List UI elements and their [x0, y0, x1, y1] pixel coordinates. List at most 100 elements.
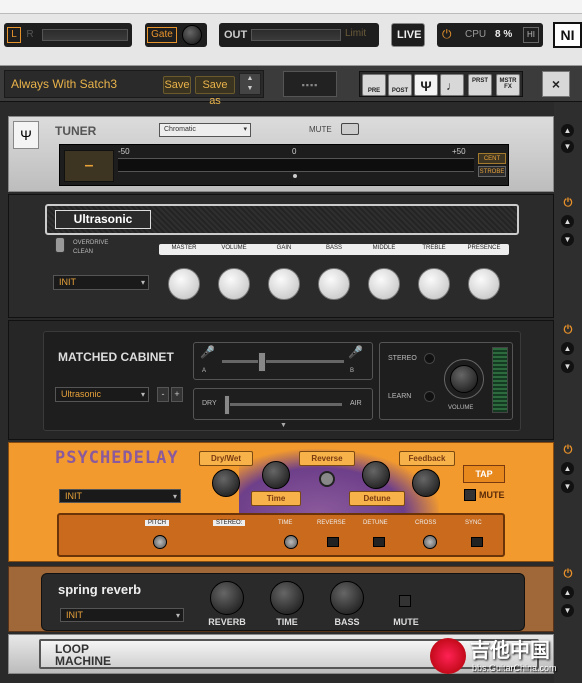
cabinet-volume-knob[interactable]: [450, 365, 478, 393]
cabinet-prev-button[interactable]: -: [157, 387, 169, 402]
reverse-toggle[interactable]: [319, 471, 335, 487]
stereo-toggle[interactable]: [424, 353, 435, 364]
tap-button[interactable]: TAP: [463, 465, 505, 483]
preset-volume-button[interactable]: PRST: [468, 74, 492, 96]
middle-knob[interactable]: [368, 268, 400, 300]
tuner-mute-toggle[interactable]: [341, 123, 359, 135]
amp-down-arrow[interactable]: ▼: [561, 233, 574, 246]
input-level-meter[interactable]: [42, 29, 128, 41]
psychedelay-mute-toggle[interactable]: [464, 489, 476, 501]
bass-knob[interactable]: [318, 268, 350, 300]
master-fx-button[interactable]: MSTR FX: [496, 74, 520, 96]
cabinet-expand-icon[interactable]: ▼: [280, 422, 287, 429]
tuner-mode-label: Chromatic: [164, 126, 196, 133]
preset-bar: Always With Satch3 Save Save as ▲ ▼ ▪▪▪▪ …: [0, 66, 582, 107]
feedback-knob[interactable]: [412, 469, 440, 497]
mic-position-handle[interactable]: [258, 352, 266, 372]
window-strip: [0, 0, 582, 14]
strobe-button[interactable]: STROBE: [478, 166, 506, 177]
tuner-collapse-up[interactable]: ▲: [561, 124, 574, 137]
channel-switch[interactable]: [55, 237, 65, 253]
spring-panel: spring reverb INIT ▾ REVERB TIME BASS MUT…: [41, 573, 525, 631]
air-handle[interactable]: [224, 395, 230, 415]
reverb-up-arrow[interactable]: ▲: [561, 586, 574, 599]
pitch-knob[interactable]: [153, 535, 167, 549]
treble-label: TREBLE: [422, 245, 446, 251]
delay-up-arrow[interactable]: ▲: [561, 462, 574, 475]
sub-time-knob[interactable]: [284, 535, 298, 549]
delay-power-icon[interactable]: ⏻: [561, 444, 575, 457]
tuner-fork-icon[interactable]: Ψ: [414, 74, 438, 96]
spring-bass-knob[interactable]: [330, 581, 364, 615]
spring-reverb-module: spring reverb INIT ▾ REVERB TIME BASS MUT…: [8, 566, 554, 632]
reverb-down-arrow[interactable]: ▼: [561, 604, 574, 617]
cabinet-dropdown[interactable]: Ultrasonic ▾: [55, 387, 149, 402]
air-track[interactable]: [224, 403, 342, 406]
sub-detune-toggle[interactable]: [373, 537, 385, 547]
detune-knob[interactable]: [362, 461, 390, 489]
master-knob[interactable]: [168, 268, 200, 300]
psychedelay-preset-dropdown[interactable]: INIT ▾: [59, 489, 181, 503]
learn-toggle[interactable]: [424, 391, 435, 402]
preset-browse-arrows[interactable]: ▲ ▼: [239, 73, 261, 95]
dry-wet-knob[interactable]: [212, 469, 240, 497]
amp-preset-dropdown[interactable]: INIT ▾: [53, 275, 149, 290]
mic-position-track[interactable]: [222, 360, 344, 363]
tuner-scale-max: +50: [452, 147, 466, 156]
volume-knob[interactable]: [218, 268, 250, 300]
mic-b-label: B: [350, 368, 355, 374]
spring-mute-toggle[interactable]: [399, 595, 411, 607]
save-button[interactable]: Save: [163, 76, 191, 94]
time-knob[interactable]: [262, 461, 290, 489]
output-level-slider[interactable]: [251, 29, 341, 41]
input-left-button[interactable]: L: [7, 27, 21, 43]
spring-preset-dropdown[interactable]: INIT ▾: [60, 608, 184, 622]
presence-knob[interactable]: [468, 268, 500, 300]
close-button[interactable]: ×: [542, 71, 570, 97]
cab-down-arrow[interactable]: ▼: [561, 360, 574, 373]
tuner-note-readout: –: [64, 150, 114, 182]
metronome-icon[interactable]: ♩: [440, 74, 464, 96]
cabinet-next-button[interactable]: +: [171, 387, 183, 402]
limit-button[interactable]: Limit: [345, 28, 366, 39]
sub-reverse-toggle[interactable]: [327, 537, 339, 547]
live-button[interactable]: LIVE: [391, 23, 425, 47]
post-fx-button[interactable]: POST: [388, 74, 412, 96]
tuner-collapse-down[interactable]: ▼: [561, 140, 574, 153]
gate-button[interactable]: Gate: [147, 27, 177, 43]
dry-label: DRY: [202, 400, 217, 407]
amp-name: Ultrasonic: [55, 210, 151, 229]
pre-fx-button[interactable]: PRE: [362, 74, 386, 96]
reverb-knob[interactable]: [210, 581, 244, 615]
reverb-power-icon[interactable]: ⏻: [561, 568, 575, 581]
amp-up-arrow[interactable]: ▲: [561, 215, 574, 228]
power-icon[interactable]: ⏻: [442, 27, 452, 42]
spring-time-knob[interactable]: [270, 581, 304, 615]
preset-name[interactable]: Always With Satch3: [11, 77, 117, 91]
rack-view-button[interactable]: ▪▪▪▪: [283, 71, 337, 97]
detune-label: Detune: [349, 491, 405, 506]
treble-knob[interactable]: [418, 268, 450, 300]
psychedelay-title: PSYCHEDELAY: [55, 448, 179, 468]
delay-down-arrow[interactable]: ▼: [561, 480, 574, 493]
sync-toggle[interactable]: [471, 537, 483, 547]
cross-knob[interactable]: [423, 535, 437, 549]
save-as-button[interactable]: Save as: [195, 76, 235, 107]
cabinet-module: MATCHED CABINET Ultrasonic ▾ - + 🎤 A 🎤 B …: [8, 320, 554, 440]
gate-knob[interactable]: [182, 25, 202, 45]
pitch-label: PITCH: [145, 520, 169, 526]
hi-quality-button[interactable]: HI: [523, 27, 539, 43]
gain-knob[interactable]: [268, 268, 300, 300]
amp-power-icon[interactable]: ⏻: [561, 197, 575, 210]
chevron-down-icon: ▾: [175, 611, 180, 620]
cab-up-arrow[interactable]: ▲: [561, 342, 574, 355]
input-right-button[interactable]: R: [23, 27, 37, 43]
rack-controls-column: ▲ ▼ ⏻ ▲ ▼ ⏻ ▲ ▼ ⏻ ▲ ▼ ⏻ ▲ ▼: [554, 102, 582, 683]
cent-button[interactable]: CENT: [478, 153, 506, 164]
cab-power-icon[interactable]: ⏻: [561, 324, 575, 337]
air-label: AIR: [350, 400, 362, 407]
cpu-value: 8 %: [495, 29, 513, 40]
reverse-label: Reverse: [299, 451, 355, 466]
chevron-down-icon: ▾: [140, 278, 145, 287]
tuner-mode-dropdown[interactable]: Chromatic ▾: [159, 123, 251, 137]
